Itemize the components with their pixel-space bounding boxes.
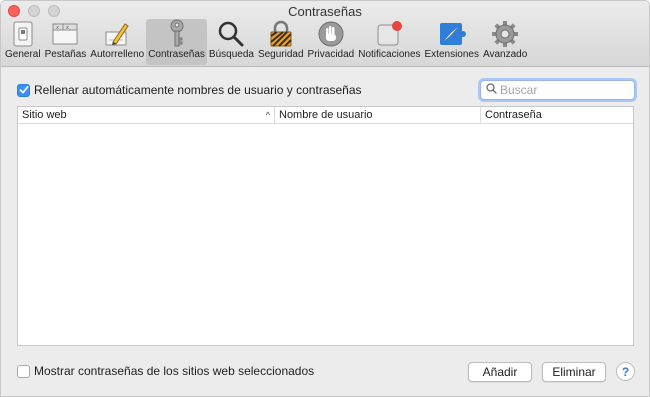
passwords-pane: Rellenar automáticamente nombres de usua… [1,68,649,396]
pencil-icon [101,19,133,48]
sort-ascending-icon: ^ [265,110,270,120]
tab-label: General [5,49,41,60]
passwords-table[interactable]: Sitio web ^ Nombre de usuario Contraseña [17,106,634,346]
tab-security[interactable]: Seguridad [256,19,306,65]
tabs-icon: x x [49,19,81,48]
table-header: Sitio web ^ Nombre de usuario Contraseña [18,107,633,124]
preferences-toolbar: General x x Pestañas Autorrelleno Contra… [3,19,529,65]
hand-icon [315,19,347,48]
tab-notifications[interactable]: Notificaciones [356,19,422,65]
tab-privacy[interactable]: Privacidad [306,19,357,65]
tab-label: Pestañas [44,49,87,60]
notification-icon [373,19,405,48]
svg-text:x: x [66,25,69,31]
autofill-label[interactable]: Rellenar automáticamente nombres de usua… [34,83,362,97]
autofill-checkbox[interactable] [17,83,30,97]
show-passwords-checkbox[interactable] [17,364,30,378]
tab-label: Seguridad [257,49,304,60]
tab-passwords[interactable]: Contraseñas [146,19,207,65]
compass-puzzle-icon [436,19,468,48]
tab-general[interactable]: General [3,19,43,65]
preferences-window: Contraseñas General x x Pestañas Autorre… [0,0,650,397]
show-passwords-option[interactable]: Mostrar contraseñas de los sitios web se… [17,364,314,378]
show-passwords-label[interactable]: Mostrar contraseñas de los sitios web se… [34,364,314,378]
column-header-password[interactable]: Contraseña [480,107,633,123]
search-field[interactable] [480,80,635,100]
tab-label: Autorrelleno [90,49,145,60]
tab-advanced[interactable]: Avanzado [481,19,529,65]
column-header-username[interactable]: Nombre de usuario [274,107,480,123]
tab-autofill[interactable]: Autorrelleno [88,19,146,65]
key-icon [161,18,193,48]
general-switch-icon [7,19,39,48]
help-button[interactable]: ? [616,362,635,381]
tab-label: Privacidad [307,49,355,60]
add-button[interactable]: Añadir [468,362,532,382]
magnifier-icon [215,19,247,48]
tab-extensions[interactable]: Extensiones [423,19,481,65]
gear-icon [489,19,521,48]
tab-label: Búsqueda [208,49,254,60]
svg-text:x: x [56,25,59,31]
search-input[interactable] [500,83,630,97]
lock-icon [265,19,297,48]
tab-label: Avanzado [483,49,528,60]
autofill-option[interactable]: Rellenar automáticamente nombres de usua… [17,83,362,97]
tab-tabs[interactable]: x x Pestañas [43,19,89,65]
titlebar: Contraseñas General x x Pestañas Autorre… [1,1,649,67]
search-icon [486,83,497,97]
window-title: Contraseñas [288,4,362,19]
tab-label: Notificaciones [358,49,421,60]
tab-label: Contraseñas [148,49,205,60]
remove-button[interactable]: Eliminar [542,362,606,382]
tab-search[interactable]: Búsqueda [207,19,256,65]
tab-label: Extensiones [424,49,479,60]
column-header-website[interactable]: Sitio web ^ [18,107,274,123]
